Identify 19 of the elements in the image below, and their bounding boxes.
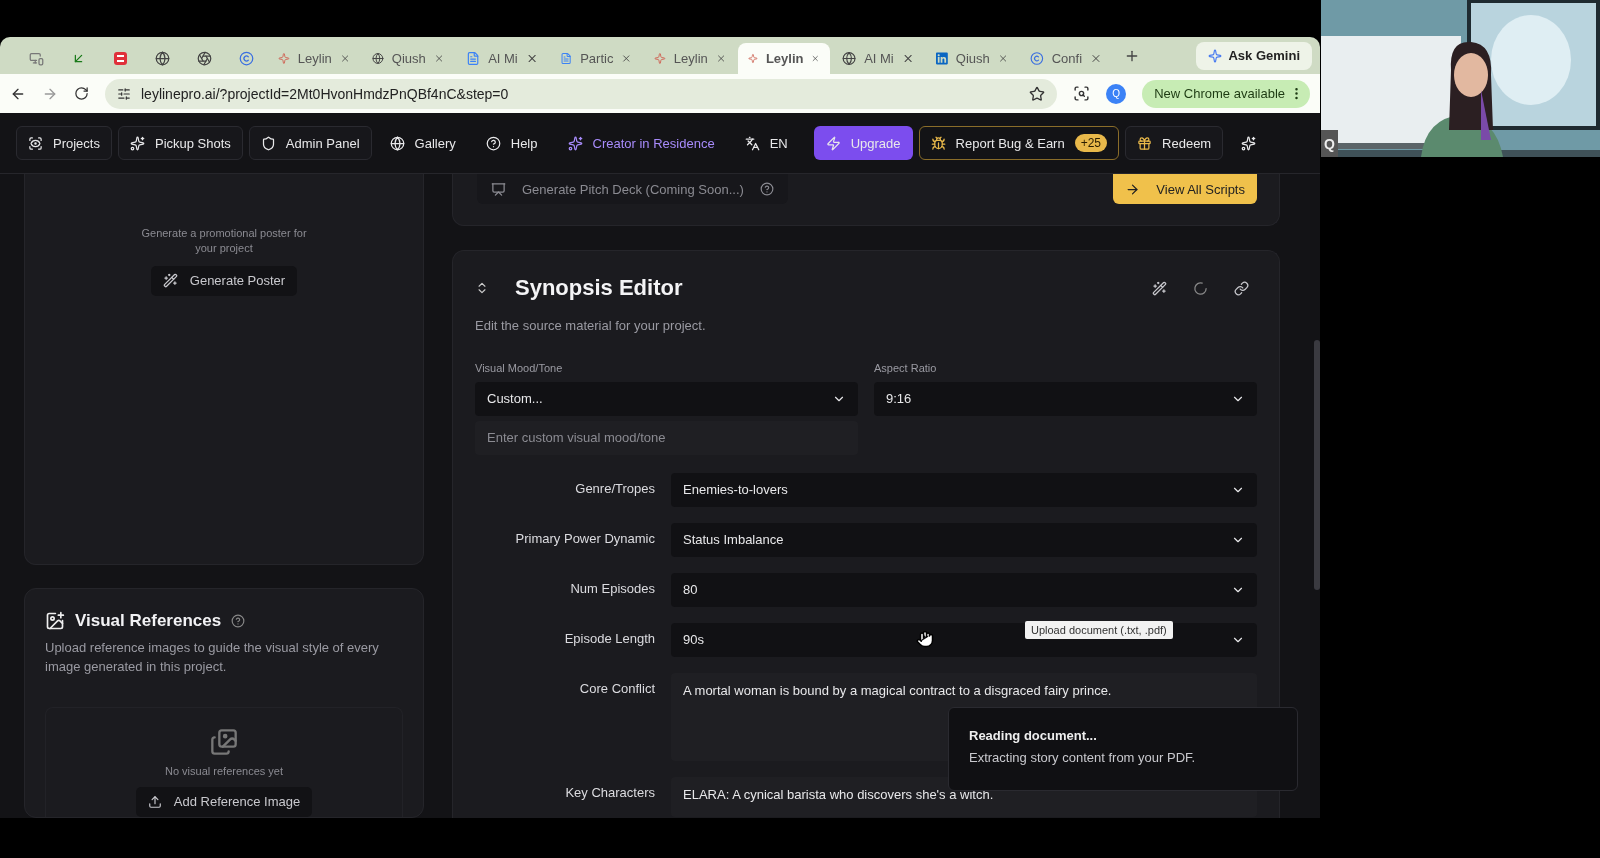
- poster-description: Generate a promotional poster for your project: [140, 226, 308, 256]
- section-title: Visual References: [75, 611, 222, 631]
- field-label: Key Characters: [564, 783, 655, 802]
- participant-tile: Q: [1321, 130, 1338, 157]
- tooltip: Upload document (.txt, .pdf): [1025, 621, 1173, 639]
- toast-message: Extracting story content from your PDF.: [969, 750, 1197, 765]
- section-description: Upload reference images to guide the visual style of every image generated in this project.: [45, 639, 380, 676]
- field-label: Visual Mood/Tone: [475, 361, 564, 374]
- field-label: Num Episodes: [569, 579, 655, 598]
- toast-title: Reading document...: [969, 728, 1098, 743]
- empty-message: No visual references yet: [164, 763, 284, 779]
- field-label: Aspect Ratio: [874, 361, 938, 374]
- points-badge: +25: [1074, 134, 1108, 152]
- field-label: Primary Power Dynamic: [514, 529, 655, 548]
- editor-title: Synopsis Editor: [515, 275, 683, 301]
- field-label: Genre/Tropes: [574, 479, 655, 498]
- editor-description: Edit the source material for your project.: [475, 317, 707, 335]
- field-label: Core Conflict: [578, 679, 655, 698]
- field-label: Episode Length: [563, 629, 655, 648]
